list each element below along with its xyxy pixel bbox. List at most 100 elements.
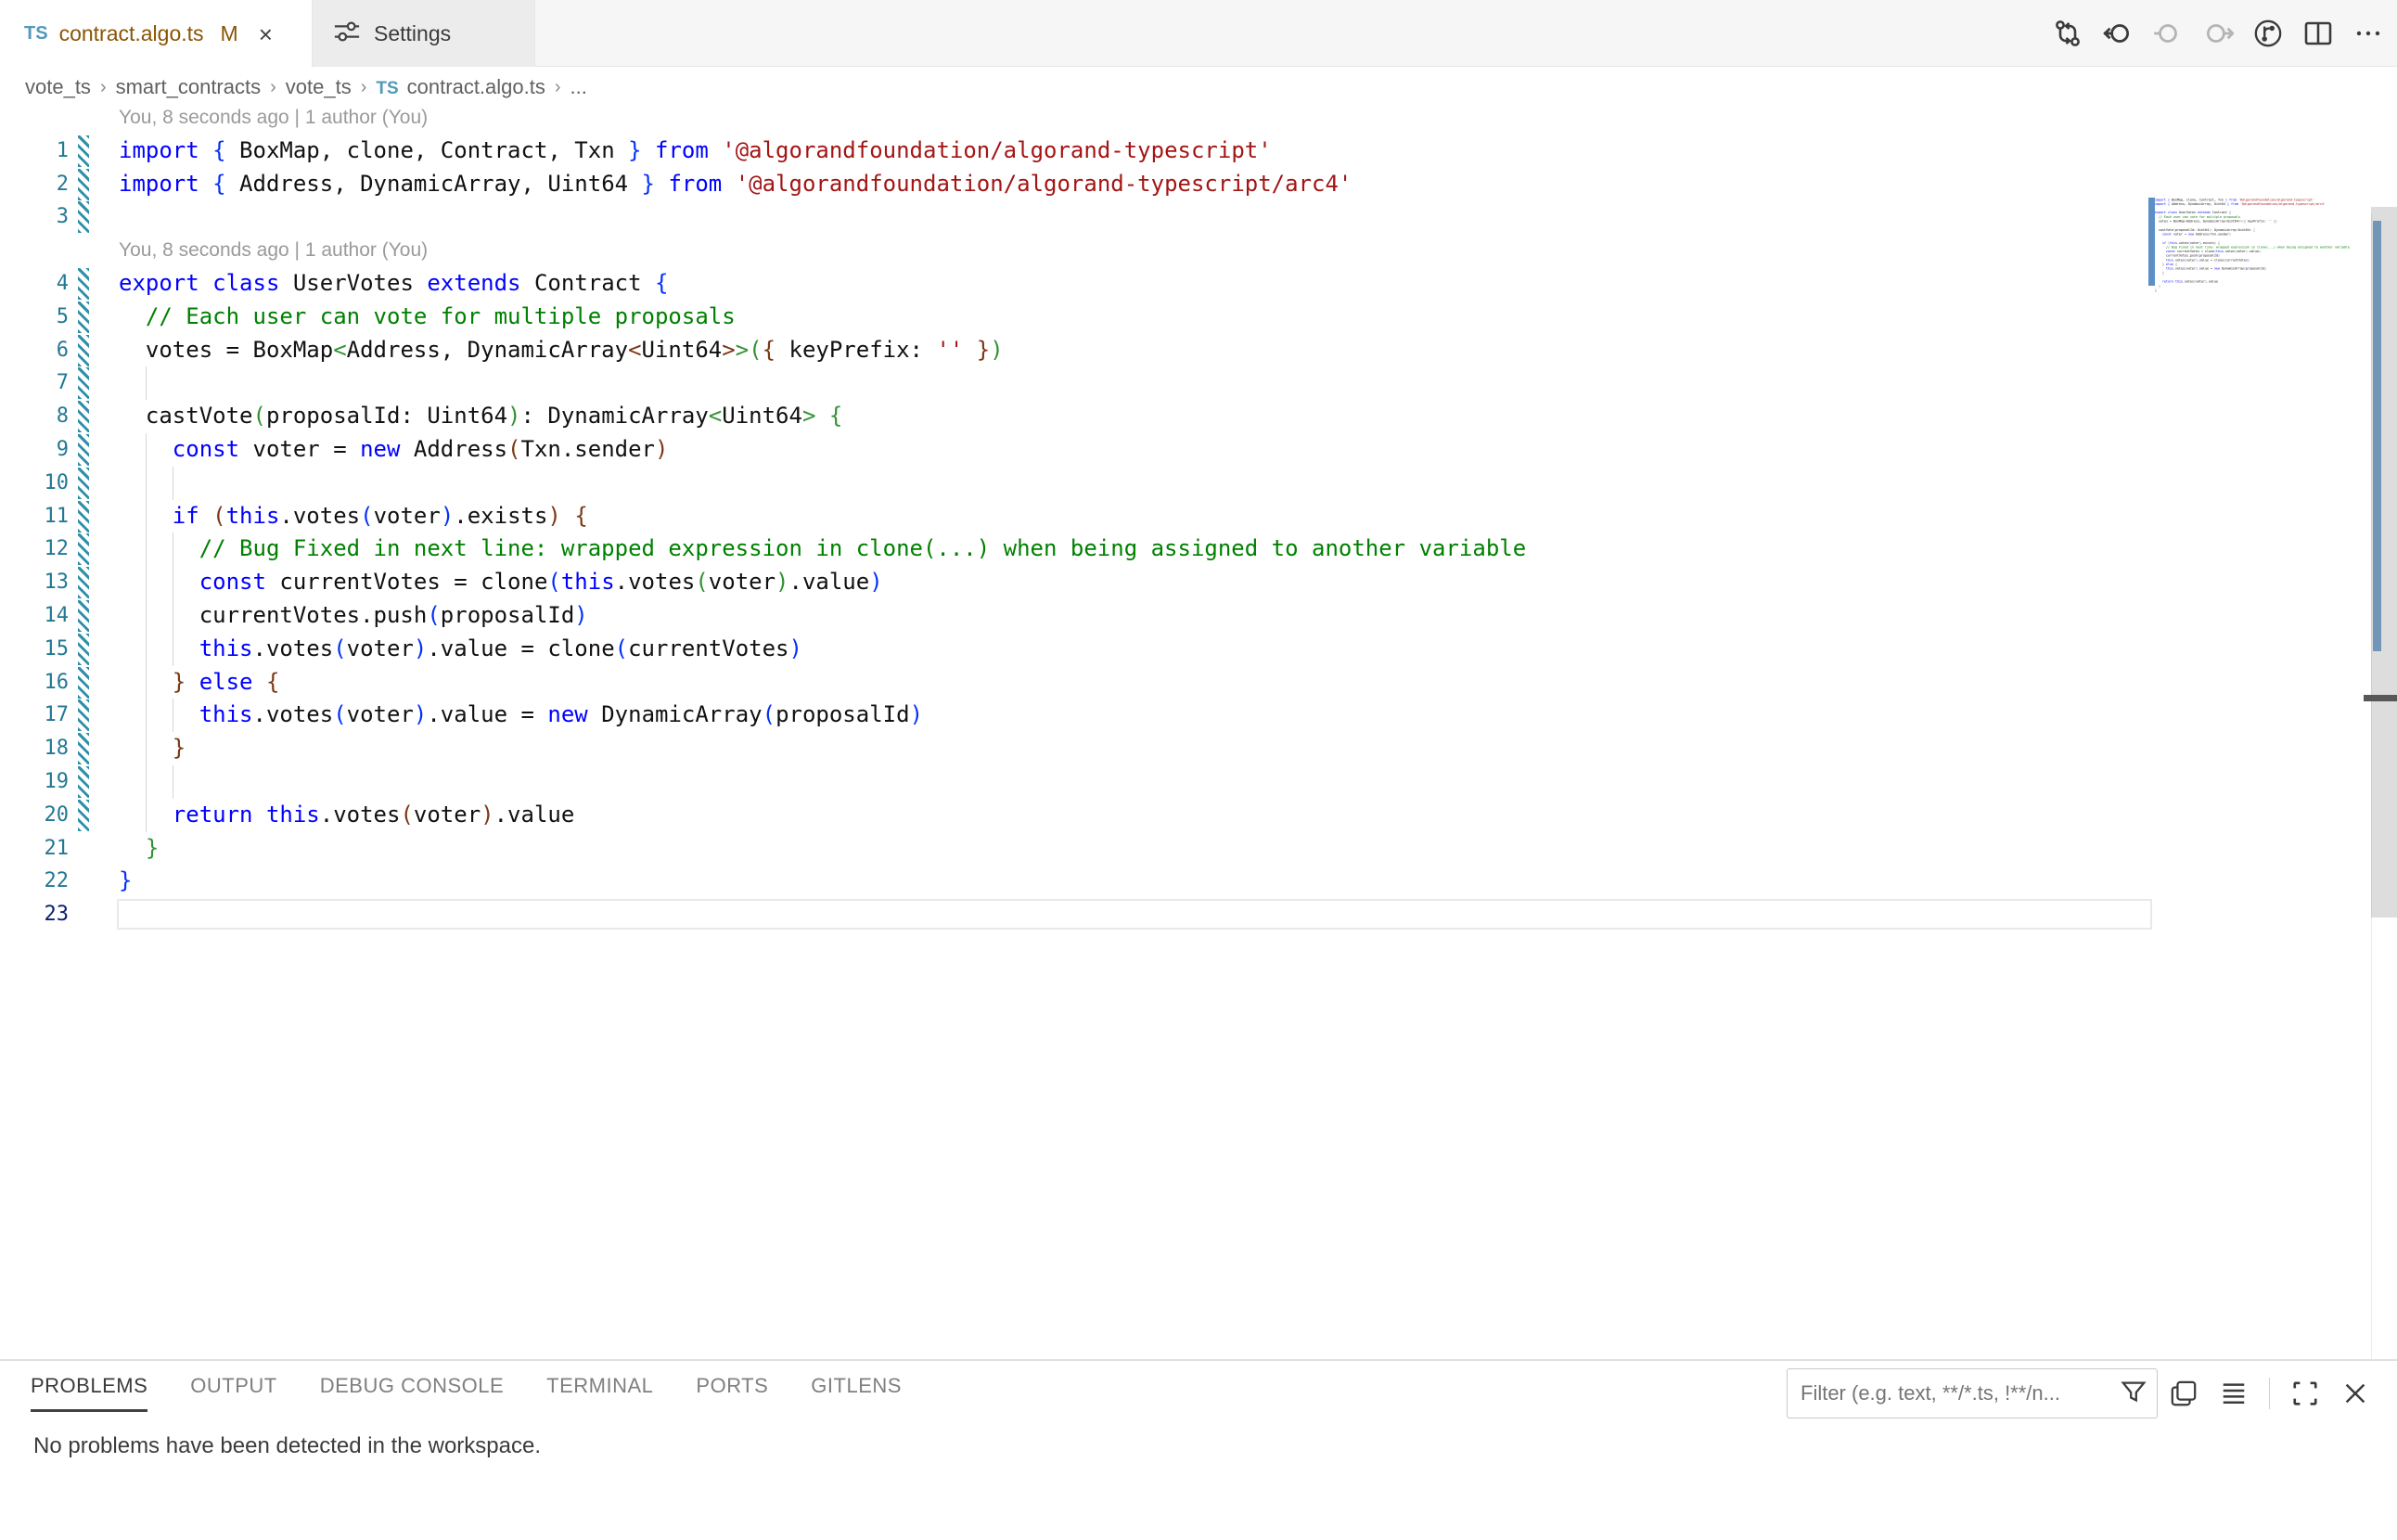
gutter-added-indicator[interactable] [78, 501, 89, 533]
code-line: 12 // Bug Fixed in next line: wrapped ex… [0, 533, 2152, 566]
tab-label: contract.algo.ts [59, 21, 204, 46]
line-number: 6 [0, 334, 69, 367]
gutter-added-indicator[interactable] [78, 367, 89, 399]
gutter-added-indicator[interactable] [78, 600, 89, 632]
line-number: 11 [0, 500, 69, 533]
line-number: 10 [0, 467, 69, 500]
code-text: const voter = new Address(Txn.sender) [119, 433, 668, 467]
code-text: // Each user can vote for multiple propo… [119, 301, 736, 334]
line-number: 23 [0, 898, 69, 931]
line-number: 22 [0, 865, 69, 898]
line-number: 7 [0, 366, 69, 400]
line-number: 14 [0, 599, 69, 633]
open-changes-back-icon[interactable] [2102, 18, 2134, 49]
panel-tab-output[interactable]: OUTPUT [190, 1374, 276, 1412]
panel-actions [2169, 1368, 2370, 1418]
tab-contract-algo-ts[interactable]: TS contract.algo.ts M × [0, 0, 313, 68]
overview-ruler-added-marker [2373, 221, 2381, 651]
breadcrumb-separator-icon: › [545, 77, 570, 98]
code-line: 14 currentVotes.push(proposalId) [0, 599, 2152, 633]
gitlens-blame-row: You, 8 seconds ago | 1 author (You) [0, 101, 2152, 135]
gutter-added-indicator[interactable] [78, 302, 89, 333]
gutter-added-indicator[interactable] [78, 533, 89, 565]
breadcrumb-separator-icon: › [261, 77, 286, 98]
gutter-added-indicator[interactable] [78, 135, 89, 167]
typescript-file-icon: TS [376, 79, 398, 98]
gutter-added-indicator[interactable] [78, 268, 89, 300]
gutter-added-indicator[interactable] [78, 201, 89, 233]
breadcrumb-item[interactable]: vote_ts [286, 75, 352, 99]
overview-ruler-cursor-marker [2364, 695, 2397, 701]
settings-sliders-icon [333, 18, 361, 50]
gutter-added-indicator[interactable] [78, 169, 89, 200]
line-number: 5 [0, 301, 69, 334]
close-tab-icon[interactable]: × [259, 22, 273, 46]
split-editor-icon[interactable] [2302, 18, 2334, 49]
indent-guide [146, 366, 147, 400]
code-text: currentVotes.push(proposalId) [119, 599, 588, 633]
more-actions-icon[interactable] [2352, 18, 2384, 49]
editor-tab-bar: TS contract.algo.ts M × Settings [0, 0, 2397, 67]
breadcrumb-item[interactable]: TScontract.algo.ts [376, 75, 545, 99]
code-text: votes = BoxMap<Address, DynamicArray<Uin… [119, 334, 1004, 367]
line-number: 18 [0, 732, 69, 765]
gutter-added-indicator[interactable] [78, 800, 89, 831]
gutter-added-indicator[interactable] [78, 766, 89, 798]
gutter-added-indicator[interactable] [78, 434, 89, 466]
code-line: 13 const currentVotes = clone(this.votes… [0, 566, 2152, 599]
code-text: } [119, 732, 186, 765]
breadcrumb-item[interactable]: ... [570, 75, 587, 99]
code-text: } [119, 865, 132, 898]
commit-graph-icon[interactable] [2252, 18, 2284, 49]
line-number: 19 [0, 765, 69, 799]
code-line: 23 [0, 898, 2152, 931]
gutter-added-indicator[interactable] [78, 699, 89, 731]
panel-tab-problems[interactable]: PROBLEMS [31, 1374, 147, 1412]
code-text: export class UserVotes extends Contract … [119, 267, 668, 301]
panel-tab-terminal[interactable]: TERMINAL [546, 1374, 653, 1412]
line-number: 21 [0, 832, 69, 866]
compare-changes-icon[interactable] [2052, 18, 2083, 49]
code-line: 16 } else { [0, 666, 2152, 699]
code-line: 21 } [0, 832, 2152, 866]
collapse-all-icon[interactable] [2219, 1379, 2249, 1408]
gutter-added-indicator[interactable] [78, 335, 89, 366]
code-text: import { BoxMap, clone, Contract, Txn } … [119, 135, 1272, 168]
minimap[interactable]: import { BoxMap, clone, Contract, Txn } … [2152, 198, 2371, 587]
gutter-added-indicator[interactable] [78, 401, 89, 432]
gitlens-blame-row: You, 8 seconds ago | 1 author (You) [0, 234, 2152, 267]
code-text: this.votes(voter).value = clone(currentV… [119, 633, 802, 666]
panel-tab-debug-console[interactable]: DEBUG CONSOLE [320, 1374, 504, 1412]
panel-tab-ports[interactable]: PORTS [696, 1374, 768, 1412]
gitlens-blame-annotation[interactable]: You, 8 seconds ago | 1 author (You) [119, 234, 428, 267]
next-change-icon[interactable] [2202, 18, 2234, 49]
gutter-added-indicator[interactable] [78, 667, 89, 699]
breadcrumb-separator-icon: › [91, 77, 116, 98]
code-line: 11 if (this.votes(voter).exists) { [0, 500, 2152, 533]
gutter-added-indicator[interactable] [78, 567, 89, 598]
indent-guide [146, 467, 147, 500]
code-text: } [119, 832, 159, 866]
code-text: } else { [119, 666, 279, 699]
bottom-panel: PROBLEMS OUTPUT DEBUG CONSOLE TERMINAL PORTS… [0, 1359, 2397, 1540]
line-number: 16 [0, 666, 69, 699]
code-line: 6 votes = BoxMap<Address, DynamicArray<U… [0, 334, 2152, 367]
maximize-panel-icon[interactable] [2290, 1379, 2320, 1408]
code-line: 8 castVote(proposalId: Uint64): DynamicA… [0, 400, 2152, 433]
code-editor[interactable]: You, 8 seconds ago | 1 author (You)1impo… [0, 107, 2397, 1359]
gitlens-blame-annotation[interactable]: You, 8 seconds ago | 1 author (You) [119, 101, 428, 135]
gutter-added-indicator[interactable] [78, 468, 89, 499]
close-panel-icon[interactable] [2340, 1379, 2370, 1408]
tab-settings[interactable]: Settings [313, 0, 535, 67]
code-line: 18 } [0, 732, 2152, 765]
gutter-added-indicator[interactable] [78, 634, 89, 665]
gutter-added-indicator[interactable] [78, 733, 89, 764]
breadcrumb-item[interactable]: smart_contracts [116, 75, 262, 99]
problems-filter-input[interactable] [1788, 1381, 2120, 1405]
line-number: 9 [0, 433, 69, 467]
view-as-table-icon[interactable] [2169, 1379, 2198, 1408]
breadcrumb-item[interactable]: vote_ts [25, 75, 91, 99]
line-number: 8 [0, 400, 69, 433]
previous-change-icon[interactable] [2152, 18, 2184, 49]
panel-tab-gitlens[interactable]: GITLENS [811, 1374, 902, 1412]
